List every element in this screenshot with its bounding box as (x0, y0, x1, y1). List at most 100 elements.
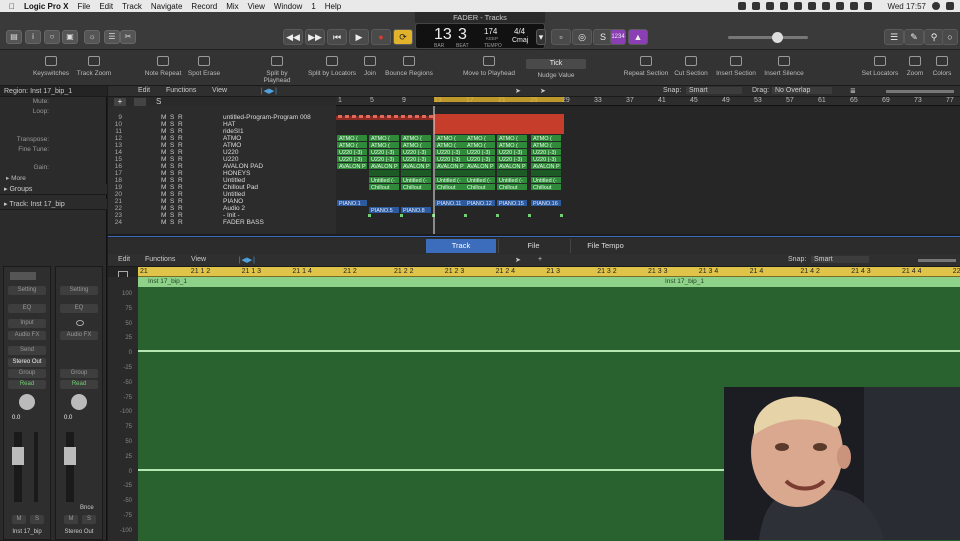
nudge-value-tool[interactable]: Tick Nudge Value (524, 50, 588, 86)
track-name[interactable]: rideSI1 (223, 128, 244, 135)
menu-record[interactable]: Record (191, 2, 217, 11)
view-menu[interactable]: View (191, 256, 206, 263)
setting-button[interactable]: Setting (60, 286, 98, 295)
track-header[interactable]: 11 M S R rideSI1 (108, 128, 336, 135)
tab-file[interactable]: File (498, 239, 568, 253)
split-by-playhead-tool[interactable]: Split by Playhead (252, 50, 302, 86)
fine-tune-row[interactable]: Fine Tune: (0, 146, 107, 155)
fader-cap[interactable] (12, 447, 24, 465)
mute-solo-rec-buttons[interactable]: M S R (161, 198, 183, 205)
note-dot[interactable] (368, 214, 371, 217)
track-header[interactable]: 9 M S R untitled-Program-Program 008 (108, 114, 336, 121)
status-icon[interactable] (780, 2, 789, 10)
audio-fx-button[interactable]: Audio FX (8, 331, 46, 340)
repeat-section-tool[interactable]: Repeat Section (622, 50, 670, 86)
volume-icon[interactable] (850, 2, 859, 10)
mute-row[interactable]: Mute: (0, 98, 107, 107)
track-name[interactable]: Audio 2 (223, 205, 245, 212)
pointer-tool-icon[interactable]: ➤ (515, 87, 521, 95)
eq-button[interactable]: EQ (60, 304, 98, 313)
mute-solo-rec-buttons[interactable]: M S R (161, 135, 183, 142)
track-header[interactable]: 23 M S R - Init - (108, 212, 336, 219)
track-header[interactable]: 18 M S R Untitled (108, 177, 336, 184)
mute-solo-rec-buttons[interactable]: M S R (161, 184, 183, 191)
more-row[interactable]: ▸ More (0, 174, 107, 183)
groups-header[interactable]: ▸ Groups (0, 184, 107, 195)
note-dot[interactable] (401, 115, 405, 118)
track-regions[interactable]: ATMO (ATMO (ATMO (ATMO (ATMO (ATMO (ATMO… (336, 106, 960, 234)
insert-section-tool[interactable]: Insert Section (714, 50, 758, 86)
track-inspector-header[interactable]: ▸ Track: Inst 17_bip (0, 199, 107, 210)
spot-erase-tool[interactable]: Spot Erase (186, 50, 222, 86)
note-dot[interactable] (429, 115, 433, 118)
input-button[interactable]: Input (8, 319, 46, 328)
edit-menu[interactable]: Edit (138, 87, 150, 94)
automation-button[interactable]: Read (8, 380, 46, 389)
note-dot[interactable] (352, 115, 356, 118)
track-name[interactable]: ATMO (223, 142, 241, 149)
loop-row[interactable]: Loop: (0, 108, 107, 117)
track-header[interactable]: 21 M S R PIANO (108, 198, 336, 205)
mute-solo-rec-buttons[interactable]: M S R (161, 149, 183, 156)
track-name[interactable]: HAT (223, 121, 236, 128)
rewind-button[interactable]: ◀◀ (283, 29, 303, 45)
mixer-button[interactable]: ☼ (84, 30, 100, 44)
tuner-button[interactable]: ▫ (551, 29, 571, 45)
region-green[interactable] (465, 170, 495, 176)
solo-button[interactable]: S (82, 515, 96, 524)
status-icon[interactable] (766, 2, 775, 10)
region-green[interactable] (435, 170, 465, 176)
mute-solo-rec-buttons[interactable]: M S R (161, 142, 183, 149)
nudge-value-field[interactable]: Tick (526, 59, 586, 69)
region-green[interactable] (401, 170, 431, 176)
cut-section-tool[interactable]: Cut Section (672, 50, 710, 86)
note-dot[interactable] (366, 115, 370, 118)
track-name[interactable]: - Init - (223, 212, 240, 219)
mute-solo-rec-buttons[interactable]: M S R (161, 156, 183, 163)
solo-button[interactable]: S (30, 515, 44, 524)
note-dot[interactable] (345, 115, 349, 118)
menu-mix[interactable]: Mix (226, 2, 238, 11)
record-button[interactable]: ● (371, 29, 391, 45)
wifi-icon[interactable] (836, 2, 845, 10)
note-dot[interactable] (408, 115, 412, 118)
track-header[interactable]: 22 M S R Audio 2 (108, 205, 336, 212)
note-dot[interactable] (464, 214, 467, 217)
note-dot[interactable] (496, 214, 499, 217)
editor-ruler[interactable]: 21 21 1 2 21 1 3 21 1 4 21 2 21 2 2 21 2 3 21 2… (138, 267, 960, 277)
note-dot[interactable] (528, 214, 531, 217)
track-name[interactable]: ATMO (223, 135, 241, 142)
status-icon[interactable] (808, 2, 817, 10)
help-button[interactable]: i (25, 30, 41, 44)
automation-button[interactable]: Read (60, 380, 98, 389)
track-name[interactable]: Untitled (223, 191, 245, 198)
track-name[interactable]: AVALON PAD (223, 163, 263, 170)
fader-cap[interactable] (64, 447, 76, 465)
track-zoom-tool[interactable]: Track Zoom (74, 50, 114, 86)
zoom-tool[interactable]: Zoom (904, 50, 926, 86)
browser-button[interactable]: ⚲ (924, 29, 944, 45)
edit-menu[interactable]: Edit (118, 256, 130, 263)
timeline-ruler[interactable]: 1591317212529333741454953576165697377 (336, 97, 960, 106)
metronome-icon[interactable]: ▲ (628, 29, 648, 45)
track-header[interactable]: 10 M S R HAT (108, 121, 336, 128)
mute-button[interactable]: M (12, 515, 26, 524)
catch-icon[interactable]: ∣◀▶∣ (238, 256, 256, 264)
track-header[interactable]: 12 M S R ATMO (108, 135, 336, 142)
audio-fx-button[interactable]: Audio FX (60, 331, 98, 340)
smart-controls-button[interactable]: ▣ (62, 30, 78, 44)
mute-solo-rec-buttons[interactable]: M S R (161, 177, 183, 184)
region-inspector-header[interactable]: Region: Inst 17_bip_1 (0, 86, 107, 97)
notepad-button[interactable]: ✎ (904, 29, 924, 45)
catch-icon[interactable]: ∣◀▶∣ (260, 87, 278, 95)
region-header[interactable]: Inst 17_bip_1 Inst 17_bip_1 (138, 277, 960, 287)
mute-solo-rec-buttons[interactable]: M S R (161, 121, 183, 128)
bounce-label[interactable]: Bnce (80, 505, 94, 511)
set-locators-tool[interactable]: Set Locators (860, 50, 900, 86)
mute-button[interactable]: M (64, 515, 78, 524)
pencil-tool-icon[interactable]: ➤ (540, 87, 546, 95)
snap-select[interactable]: Smart (686, 87, 742, 94)
solo-button[interactable]: ◎ (572, 29, 592, 45)
zoom-slider[interactable] (886, 90, 954, 93)
tab-file-tempo[interactable]: File Tempo (570, 239, 640, 253)
